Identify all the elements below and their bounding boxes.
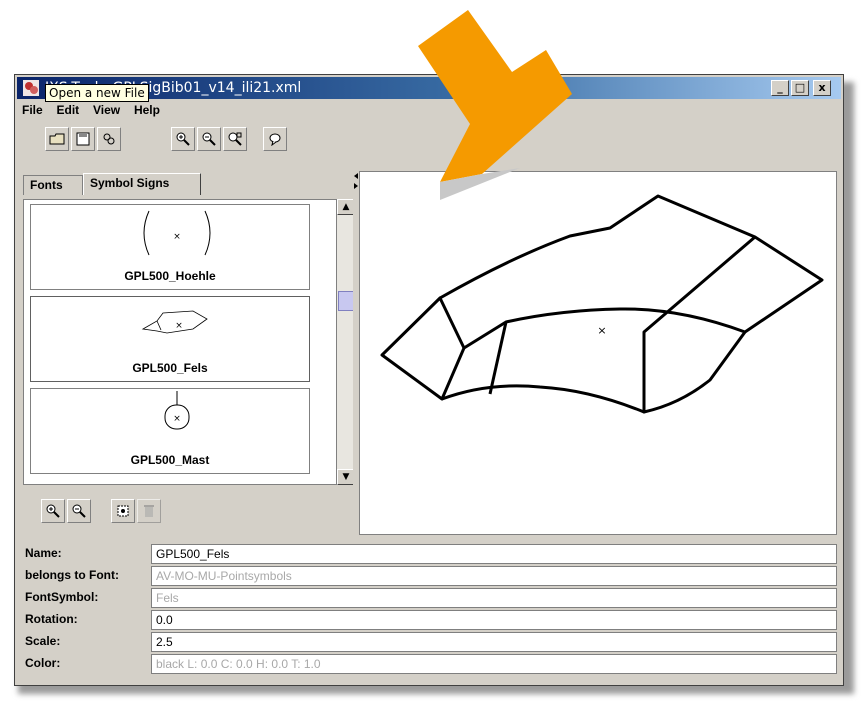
name-field[interactable]: GPL500_Fels <box>151 544 837 564</box>
zoom-fit-button[interactable] <box>223 127 247 151</box>
svg-text:×: × <box>175 321 183 331</box>
zoom-in-icon <box>46 504 60 518</box>
zoom-in-icon <box>176 132 190 146</box>
speech-bubble-icon <box>269 133 281 146</box>
color-label: Color: <box>25 656 61 670</box>
svg-text:×: × <box>173 414 181 424</box>
zoom-fit-icon <box>228 132 242 146</box>
minimize-button[interactable]: _ <box>771 80 789 96</box>
symbol-list: × GPL500_Hoehle × GPL500_Fels × GPL500_M… <box>23 199 337 485</box>
prop-row-scale: Scale: 2.5 <box>21 631 839 653</box>
symbol-properties-button[interactable] <box>111 499 135 523</box>
app-window: IXS-Tool - GPLSigBib01_v14_ili21.xml _ □… <box>14 74 844 686</box>
prop-row-name: Name: GPL500_Fels <box>21 543 839 565</box>
symbol-panel: Fonts Symbol Signs × GPL500_Hoehle × GPL… <box>21 171 355 539</box>
svg-text:×: × <box>173 232 181 242</box>
prop-row-color: Color: black L: 0.0 C: 0.0 H: 0.0 T: 1.0 <box>21 653 839 675</box>
save-button[interactable] <box>71 127 95 151</box>
properties-panel: Name: GPL500_Fels belongs to Font: AV-MO… <box>21 541 839 681</box>
symbol-zoom-out-button[interactable] <box>67 499 91 523</box>
app-icon <box>23 80 39 96</box>
folder-icon <box>49 133 65 145</box>
symbol-name: GPL500_Hoehle <box>124 269 216 283</box>
maximize-button[interactable]: □ <box>791 80 809 96</box>
list-item[interactable]: × GPL500_Fels <box>30 296 310 382</box>
color-field: black L: 0.0 C: 0.0 H: 0.0 T: 1.0 <box>151 654 837 674</box>
delete-symbol-button[interactable] <box>137 499 161 523</box>
toolbar <box>17 123 841 155</box>
symbol-zoom-in-button[interactable] <box>41 499 65 523</box>
cave-symbol-icon: × <box>143 210 211 256</box>
mast-symbol-icon: × <box>164 391 190 430</box>
scroll-thumb[interactable] <box>338 291 354 311</box>
fontsymbol-field: Fels <box>151 588 837 608</box>
origin-marker: × <box>597 324 606 337</box>
settings-button[interactable] <box>97 127 121 151</box>
name-label: Name: <box>25 546 62 560</box>
rock-symbol-drawing: × <box>380 194 824 414</box>
trash-icon <box>144 505 154 517</box>
prop-row-fontsymbol: FontSymbol: Fels <box>21 587 839 609</box>
close-button[interactable]: x <box>813 80 831 96</box>
open-file-button[interactable] <box>45 127 69 151</box>
fontsymbol-label: FontSymbol: <box>25 590 99 604</box>
tab-symbol-signs[interactable]: Symbol Signs <box>83 173 201 195</box>
menu-help[interactable]: Help <box>129 101 165 119</box>
prop-row-rotation: Rotation: 0.0 <box>21 609 839 631</box>
zoom-out-icon <box>202 132 216 146</box>
disk-icon <box>76 132 90 146</box>
tooltip: Open a new File <box>45 84 149 102</box>
menu-view[interactable]: View <box>88 101 125 119</box>
scale-field[interactable]: 2.5 <box>151 632 837 652</box>
prop-row-font: belongs to Font: AV-MO-MU-Pointsymbols <box>21 565 839 587</box>
rotation-field[interactable]: 0.0 <box>151 610 837 630</box>
gears-icon <box>103 133 115 145</box>
scale-label: Scale: <box>25 634 61 648</box>
list-item[interactable]: × GPL500_Mast <box>30 388 310 474</box>
symbol-name: GPL500_Fels <box>132 361 208 375</box>
list-item[interactable]: × GPL500_Hoehle <box>30 204 310 290</box>
menu-bar: File Edit View Help <box>17 101 841 121</box>
rotation-label: Rotation: <box>25 612 78 626</box>
comment-button[interactable] <box>263 127 287 151</box>
symbol-canvas[interactable]: × <box>359 171 837 535</box>
font-label: belongs to Font: <box>25 568 119 582</box>
zoom-out-icon <box>72 504 86 518</box>
zoom-out-button[interactable] <box>197 127 221 151</box>
rock-symbol-icon: × <box>141 310 208 334</box>
symbol-name: GPL500_Mast <box>130 453 210 467</box>
tab-fonts[interactable]: Fonts <box>23 175 83 195</box>
menu-file[interactable]: File <box>17 101 48 119</box>
zoom-in-button[interactable] <box>171 127 195 151</box>
properties-icon <box>117 505 129 517</box>
menu-edit[interactable]: Edit <box>52 101 85 119</box>
font-field: AV-MO-MU-Pointsymbols <box>151 566 837 586</box>
